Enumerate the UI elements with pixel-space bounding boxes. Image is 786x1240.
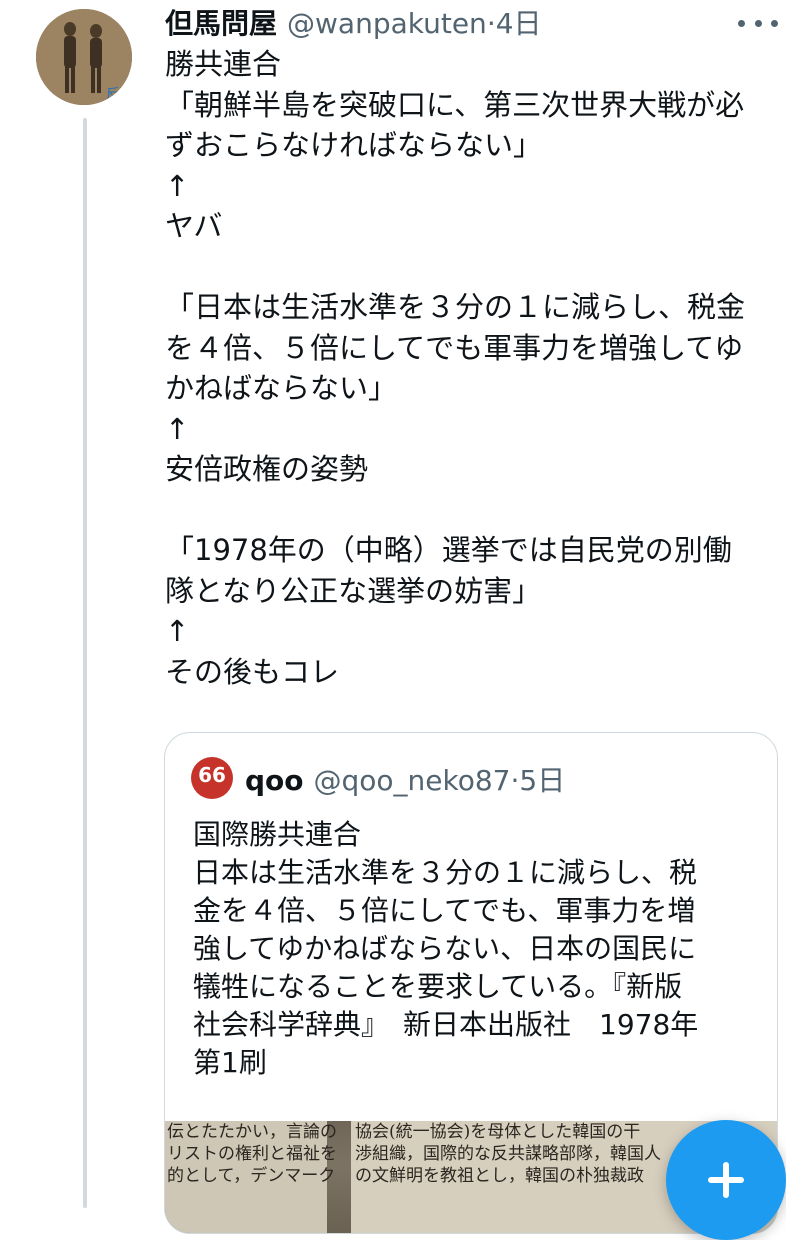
tweet-line: その後もコレ (165, 654, 340, 689)
tweet-line: ↑ (165, 614, 190, 648)
quote-line: 犠牲になることを要求している。『新版 (193, 970, 683, 1003)
quote-line: 国際勝共連合 (193, 818, 362, 851)
author-handle[interactable]: @wanpakuten (287, 7, 487, 40)
photo-text-left: 伝とたたかい，言論の リストの権利と福祉を 的として，デンマーク (165, 1121, 337, 1233)
tweet-line: 安倍政権の姿勢 (165, 452, 369, 486)
tweet-line: 勝共連合 (165, 47, 282, 81)
quote-line: 社会科学辞典』 新日本出版社 1978年 (193, 1008, 699, 1041)
tweet-line: かねばならない」 (165, 371, 398, 405)
quote-header: qoo @qoo_neko87·5日 (245, 761, 565, 801)
tweet-line: を４倍、５倍にしてでも軍事力を増強してゆ (165, 330, 744, 365)
tweet-timestamp[interactable]: 4日 (496, 7, 542, 40)
author-avatar[interactable]: 反戦 (36, 9, 132, 105)
compose-tweet-button[interactable] (666, 1120, 786, 1240)
tweet-header: 但馬問屋 @wanpakuten·4日 (165, 4, 775, 44)
tweet-line (165, 247, 775, 288)
tweet-line (165, 490, 775, 531)
quote-timestamp[interactable]: 5日 (519, 764, 565, 797)
quote-author-handle[interactable]: @qoo_neko87 (314, 764, 511, 797)
author-name[interactable]: 但馬問屋 (165, 7, 277, 40)
quote-author-name[interactable]: qoo (245, 764, 304, 797)
plus-icon-vertical (723, 1162, 729, 1198)
more-horizontal-icon[interactable] (738, 13, 778, 33)
avatar-badge: 反戦 (106, 87, 132, 103)
photo-text-line: リストの権利と福祉を (167, 1144, 337, 1164)
quote-avatar-text: 66 (198, 763, 226, 787)
quote-text: 国際勝共連合 日本は生活水準を３分の１に減らし、税 金を４倍、５倍にしてでも、軍… (193, 816, 753, 1082)
tweet-line: 「1978年の（中略）選挙では自民党の別働 (165, 533, 732, 567)
photo-text-line: 的として，デンマーク (167, 1166, 336, 1186)
meta-separator: · (486, 7, 496, 40)
avatar-photo: 反戦 (36, 9, 132, 105)
tweet-text: 勝共連合 「朝鮮半島を突破口に、第三次世界大戦が必 ずおこらなければならない」 … (165, 44, 775, 692)
tweet-line: ↑ (165, 168, 190, 203)
tweet-line: 「朝鮮半島を突破口に、第三次世界大戦が必 (165, 87, 745, 122)
tweet-line: ヤバ (165, 209, 223, 243)
tweet-line: 隊となり公正な選挙の妨害」 (165, 573, 542, 608)
tweet-line: 「日本は生活水準を３分の１に減らし、税金 (165, 290, 746, 324)
tweet-line: ずおこらなければならない」 (165, 128, 543, 162)
tweet-line: ↑ (165, 411, 190, 446)
quote-line: 金を４倍、５倍にしてでも、軍事力を増 (193, 894, 696, 927)
photo-text-line: 伝とたたかい，言論の (167, 1122, 337, 1142)
quote-line: 強してゆかねばならない、日本の国民に (193, 932, 697, 965)
quote-author-avatar[interactable]: 66 (191, 757, 233, 799)
quote-line: 日本は生活水準を３分の１に減らし、税 (193, 856, 698, 889)
thread-connector-line (83, 118, 87, 1208)
quote-line: 第1刷 (193, 1046, 267, 1079)
